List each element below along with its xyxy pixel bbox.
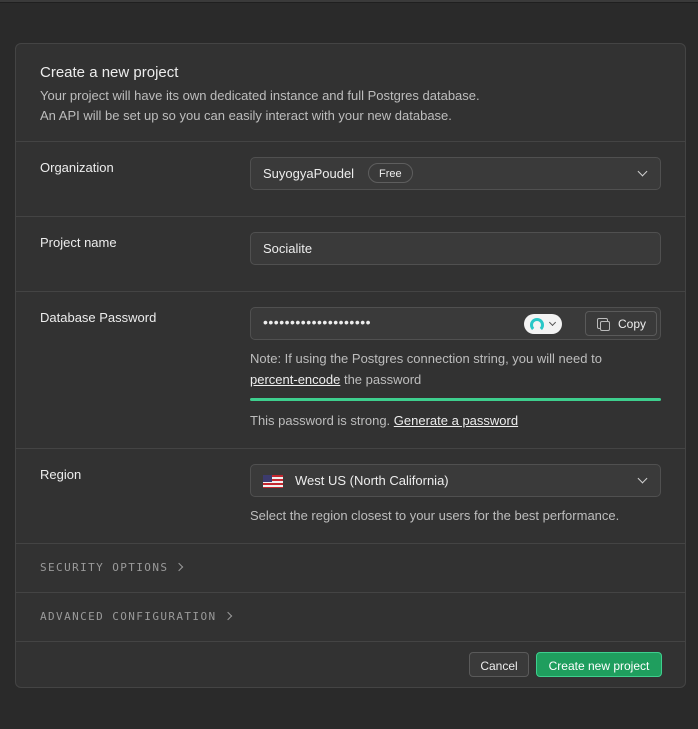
generate-password-link[interactable]: Generate a password (394, 413, 518, 428)
description-line-1: Your project will have its own dedicated… (40, 88, 480, 103)
chevron-down-icon (637, 166, 648, 177)
database-password-row: Database Password •••••••••••••••••••• C… (16, 291, 685, 449)
database-password-input[interactable]: •••••••••••••••••••• Copy (250, 307, 661, 340)
create-project-dialog: Create a new project Your project will h… (15, 43, 686, 688)
advanced-configuration-section[interactable]: ADVANCED CONFIGURATION (16, 592, 685, 642)
project-name-value: Socialite (263, 241, 313, 256)
chevron-down-icon (637, 473, 648, 484)
password-strength-text: This password is strong. Generate a pass… (250, 410, 518, 431)
organization-row: Organization SuyogyaPoudel Free (16, 141, 685, 217)
dialog-header: Create a new project Your project will h… (16, 44, 685, 142)
cancel-label: Cancel (480, 659, 518, 673)
percent-encode-link[interactable]: percent-encode (250, 372, 340, 387)
organization-value: SuyogyaPoudel (263, 166, 355, 181)
description-line-2: An API will be set up so you can easily … (40, 108, 452, 123)
plan-badge: Free (368, 163, 413, 183)
password-note-line-2: percent-encode the password (250, 369, 602, 390)
dialog-title: Create a new project (40, 64, 179, 81)
create-project-button[interactable]: Create new project (536, 652, 662, 677)
project-name-label: Project name (40, 235, 117, 250)
chevron-right-icon (223, 611, 232, 621)
project-name-input[interactable]: Socialite (250, 232, 661, 265)
password-manager-extension-button[interactable] (524, 314, 562, 334)
chevron-down-icon (548, 318, 557, 327)
cancel-button[interactable]: Cancel (469, 652, 529, 677)
password-manager-icon (530, 318, 544, 332)
database-password-label: Database Password (40, 310, 157, 325)
password-note: Note: If using the Postgres connection s… (250, 348, 602, 390)
copy-button[interactable]: Copy (585, 311, 657, 336)
project-name-row: Project name Socialite (16, 216, 685, 292)
chevron-right-icon (175, 562, 184, 572)
region-value: West US (North California) (295, 473, 449, 488)
security-options-toggle[interactable]: SECURITY OPTIONS (40, 561, 184, 574)
advanced-configuration-label: ADVANCED CONFIGURATION (40, 610, 217, 623)
password-masked-value: •••••••••••••••••••• (263, 314, 372, 330)
password-strength-label: This password is strong. (250, 413, 391, 428)
dialog-description: Your project will have its own dedicated… (40, 86, 480, 126)
password-note-line-1: Note: If using the Postgres connection s… (250, 351, 602, 366)
region-row: Region West US (North California) Select… (16, 448, 685, 544)
advanced-configuration-toggle[interactable]: ADVANCED CONFIGURATION (40, 610, 232, 623)
us-flag-icon (263, 475, 283, 488)
region-helper-text: Select the region closest to your users … (250, 508, 620, 523)
security-options-label: SECURITY OPTIONS (40, 561, 169, 574)
region-label: Region (40, 467, 82, 482)
region-select[interactable]: West US (North California) (250, 464, 661, 497)
top-bar-edge (0, 2, 698, 3)
security-options-section[interactable]: SECURITY OPTIONS (16, 543, 685, 593)
password-strength-bar (250, 398, 661, 401)
copy-icon (597, 318, 610, 331)
copy-label: Copy (618, 317, 647, 331)
organization-label: Organization (40, 160, 114, 175)
password-note-suffix: the password (343, 372, 422, 387)
create-project-label: Create new project (548, 659, 650, 673)
organization-select[interactable]: SuyogyaPoudel Free (250, 157, 661, 190)
